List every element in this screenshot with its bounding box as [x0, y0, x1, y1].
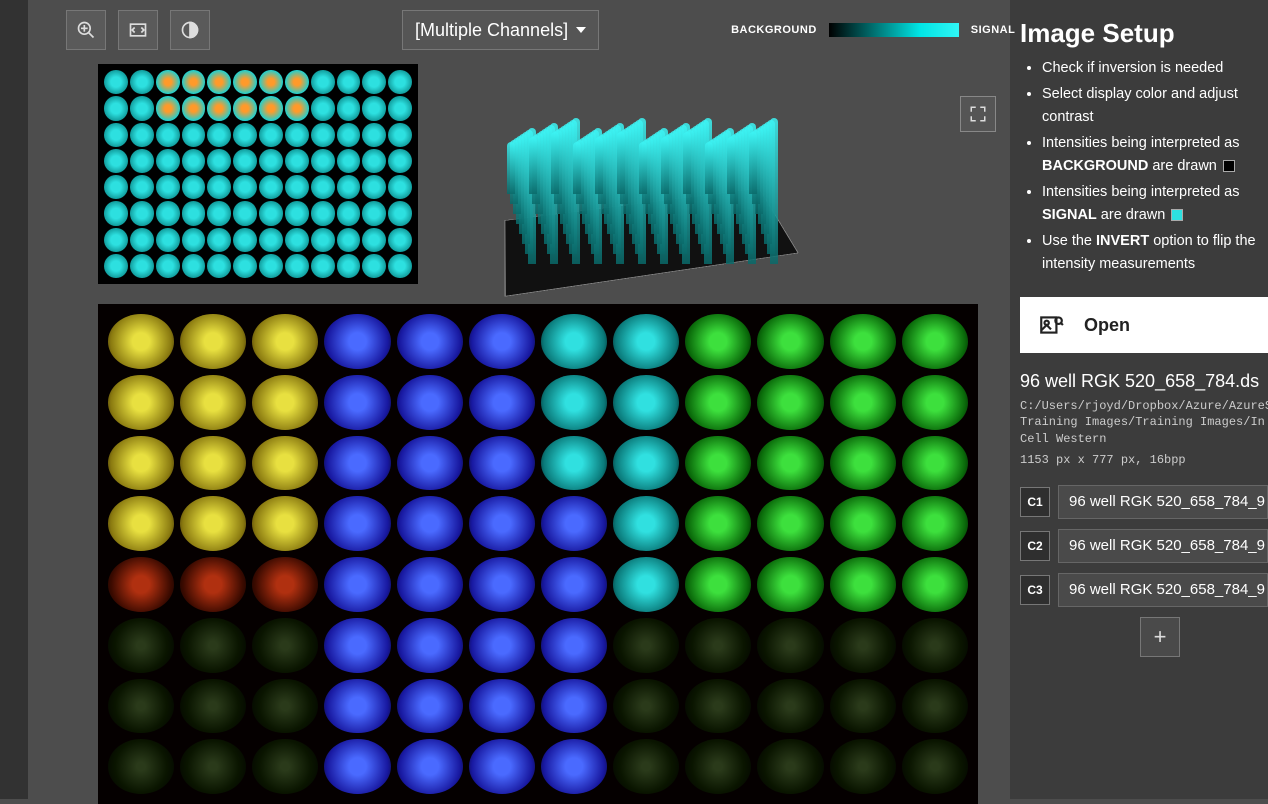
- instruction-item: Use the INVERT option to flip the intens…: [1042, 230, 1268, 275]
- add-channel-button[interactable]: +: [1140, 617, 1180, 657]
- open-image-icon: [1038, 312, 1064, 338]
- legend-gradient: [829, 23, 959, 37]
- channel-dropdown-label: [Multiple Channels]: [415, 20, 568, 41]
- instruction-item: Intensities being interpreted as SIGNAL …: [1042, 181, 1268, 226]
- contrast-icon: [180, 20, 200, 40]
- instruction-item: Select display color and adjust contrast: [1042, 83, 1268, 128]
- left-gutter: [0, 0, 28, 799]
- file-name: 96 well RGK 520_658_784.ds: [1020, 371, 1268, 392]
- legend-signal-label: SIGNAL: [971, 24, 1016, 36]
- fit-icon: [128, 20, 148, 40]
- instruction-item: Check if inversion is needed: [1042, 57, 1268, 79]
- sidebar: Image Setup Check if inversion is needed…: [1010, 0, 1268, 799]
- instruction-item: Intensities being interpreted as BACKGRO…: [1042, 132, 1268, 177]
- zoom-button[interactable]: [66, 10, 106, 50]
- image-viewer: [28, 60, 1010, 799]
- swatch-background: [1223, 160, 1235, 172]
- thumbnail-3d-view[interactable]: [478, 64, 838, 284]
- open-button[interactable]: Open: [1020, 297, 1268, 353]
- channel-name[interactable]: 96 well RGK 520_658_784_9: [1058, 529, 1268, 563]
- intensity-legend: BACKGROUND SIGNAL: [731, 23, 1015, 37]
- file-dimensions: 1153 px x 777 px, 16bpp: [1020, 453, 1268, 467]
- fit-button[interactable]: [118, 10, 158, 50]
- thumbnail-channel-view[interactable]: [98, 64, 418, 284]
- channel-name[interactable]: 96 well RGK 520_658_784_9: [1058, 485, 1268, 519]
- channel-dropdown[interactable]: [Multiple Channels]: [402, 10, 599, 50]
- channel-name[interactable]: 96 well RGK 520_658_784_9: [1058, 573, 1268, 607]
- channel-row[interactable]: C1 96 well RGK 520_658_784_9: [1020, 485, 1268, 519]
- main-plate-view[interactable]: [98, 304, 978, 804]
- channel-row[interactable]: C2 96 well RGK 520_658_784_9: [1020, 529, 1268, 563]
- contrast-button[interactable]: [170, 10, 210, 50]
- legend-background-label: BACKGROUND: [731, 24, 817, 36]
- file-path: C:/Users/rjoyd/Dropbox/Azure/AzureSpot T…: [1020, 398, 1268, 447]
- channel-tag: C1: [1020, 487, 1050, 517]
- zoom-in-icon: [76, 20, 96, 40]
- channel-tag: C3: [1020, 575, 1050, 605]
- setup-instructions: Check if inversion is needed Select disp…: [1020, 57, 1268, 275]
- channel-tag: C2: [1020, 531, 1050, 561]
- toolbar: [Multiple Channels] BACKGROUND SIGNAL: [66, 10, 1268, 50]
- open-button-label: Open: [1084, 315, 1130, 336]
- channel-row[interactable]: C3 96 well RGK 520_658_784_9: [1020, 573, 1268, 607]
- swatch-signal: [1171, 209, 1183, 221]
- plus-icon: +: [1154, 624, 1167, 650]
- chevron-down-icon: [576, 27, 586, 33]
